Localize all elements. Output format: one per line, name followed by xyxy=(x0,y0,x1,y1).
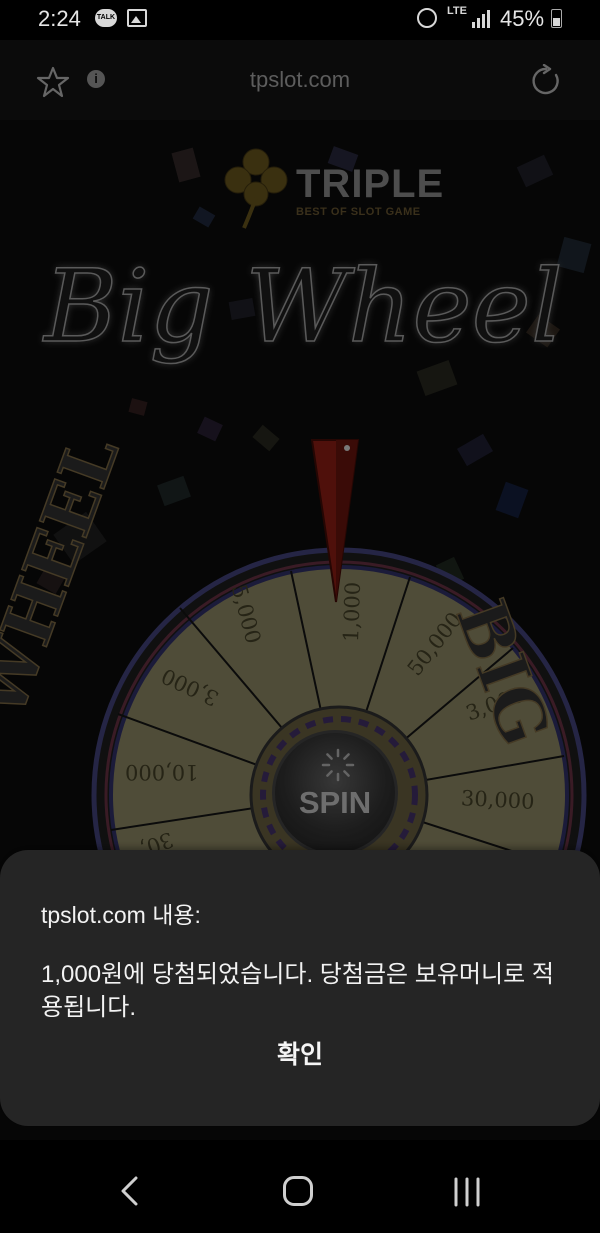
system-nav-bar xyxy=(0,1140,600,1233)
url-field[interactable]: tpslot.com xyxy=(0,67,600,93)
battery-percent: 45% xyxy=(500,6,545,31)
kakaotalk-icon: TALK xyxy=(95,9,117,27)
dialog-title: tpslot.com 내용: xyxy=(41,902,201,928)
gallery-icon xyxy=(127,9,147,27)
clock: 2:24 xyxy=(38,6,81,31)
reload-icon[interactable] xyxy=(529,64,563,98)
browser-toolbar: i tpslot.com xyxy=(0,40,600,120)
home-icon[interactable] xyxy=(283,1176,313,1206)
back-icon[interactable] xyxy=(116,1175,142,1207)
network-type: LTE xyxy=(447,5,467,17)
alarm-icon xyxy=(417,8,437,28)
dialog-message: 1,000원에 당첨되었습니다. 당첨금은 보유머니로 적용됩니다. xyxy=(41,961,554,1021)
recent-apps-icon[interactable] xyxy=(452,1177,482,1207)
status-bar: 2:24 TALK LTE 45% xyxy=(0,0,600,40)
battery-icon xyxy=(551,9,562,28)
alert-dialog: tpslot.com 내용: 1,000원에 당첨되었습니다. 당첨금은 보유머… xyxy=(0,850,600,1126)
confirm-button[interactable]: 확인 xyxy=(230,1030,370,1080)
signal-icon xyxy=(472,10,492,28)
